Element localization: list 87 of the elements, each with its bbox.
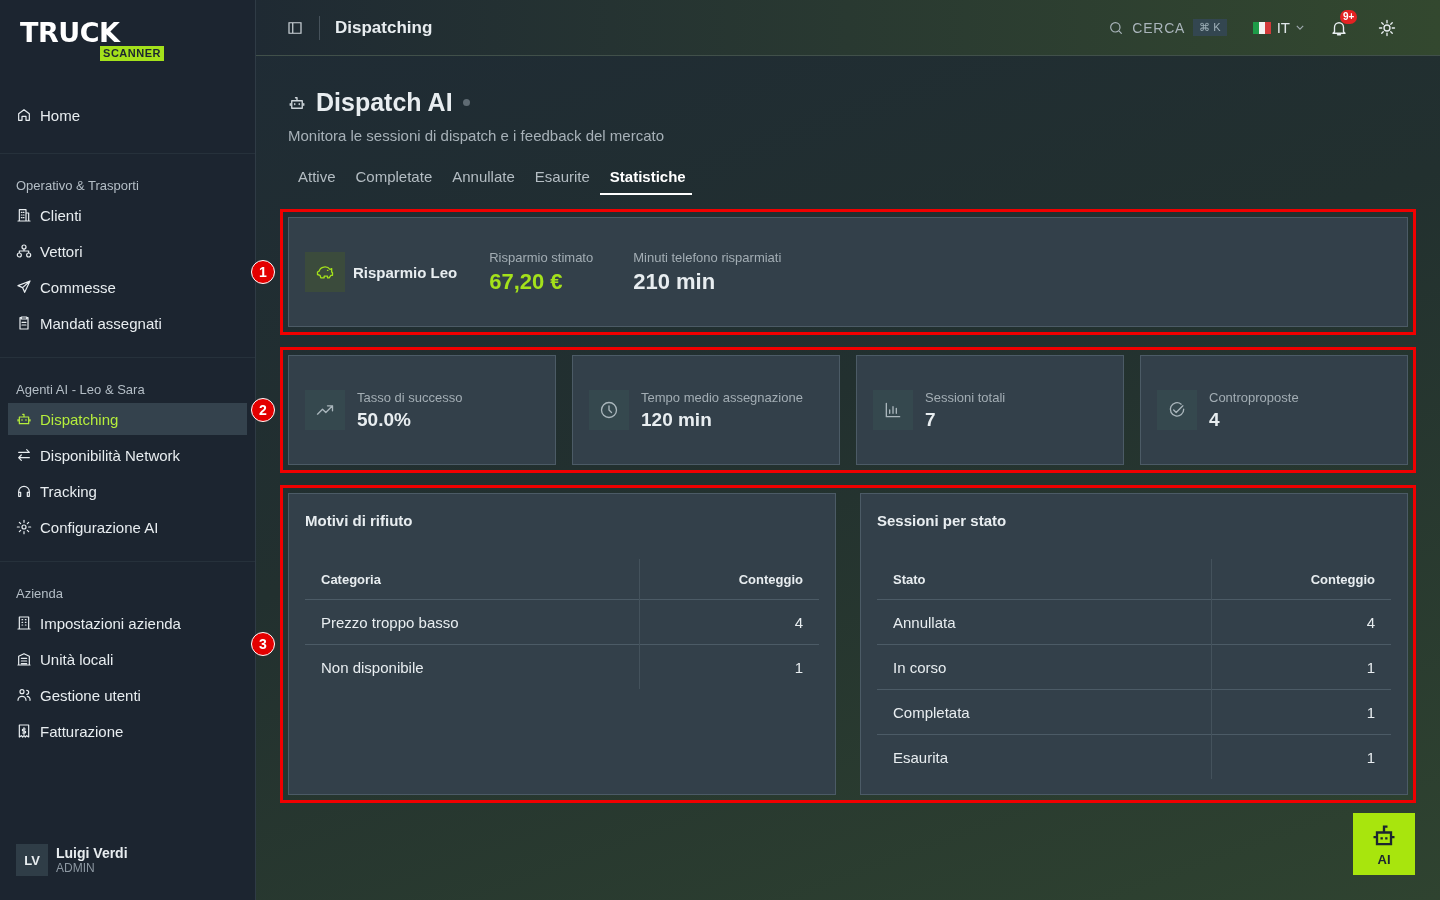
building-icon — [16, 207, 32, 223]
annotation-marker: 1 — [251, 260, 275, 284]
stat-label: Sessioni totali — [925, 389, 1006, 405]
nav-item[interactable]: Dispatching — [8, 403, 247, 435]
metric-value: 67,20 € — [489, 268, 564, 295]
metric-label: Minuti telefono risparmiati — [633, 249, 782, 265]
metric-value: 210 min — [633, 268, 717, 295]
table-cell: 4 — [639, 599, 819, 645]
receipt-icon — [16, 723, 32, 739]
status-dot — [462, 99, 470, 106]
table-cell: Non disponibile — [305, 644, 640, 689]
nav-item[interactable]: Mandati assegnati — [8, 307, 247, 339]
table-cell: 4 — [1211, 599, 1391, 645]
section-heading: Agenti AI - Leo & Sara — [15, 381, 146, 399]
arrows-icon — [16, 447, 32, 463]
nav-item[interactable]: Impostazioni azienda — [8, 607, 247, 639]
search-button[interactable]: CERCA — [1108, 19, 1186, 36]
caret-icon — [1296, 25, 1304, 30]
robot-icon — [16, 411, 32, 427]
nav-item[interactable]: Clienti — [8, 199, 247, 231]
column-header: Categoria — [305, 559, 640, 600]
stat-value: 120 min — [641, 408, 713, 431]
column-header: Conteggio — [1211, 559, 1391, 600]
stat-value: 4 — [1209, 408, 1221, 431]
nav-item[interactable]: Commesse — [8, 271, 247, 303]
page-heading: Dispatch AI — [316, 88, 453, 117]
sun-icon[interactable] — [1378, 18, 1396, 37]
table-cell: Esaurita — [877, 734, 1212, 779]
tab[interactable]: Esaurite — [524, 168, 596, 195]
nav-item[interactable]: Vettori — [8, 235, 247, 267]
search-icon — [1108, 19, 1125, 36]
tab[interactable]: Statistiche — [599, 168, 692, 195]
building-icon — [16, 651, 32, 667]
bar-chart-icon — [883, 400, 903, 420]
table-cell: 1 — [1211, 689, 1391, 735]
headphones-icon — [16, 483, 32, 499]
stat-label: Controproposte — [1209, 389, 1299, 405]
card-title: Risparmio Leo — [353, 263, 458, 281]
nav-item[interactable]: Tracking — [8, 475, 247, 507]
column-header: Conteggio — [639, 559, 819, 600]
users-icon — [16, 687, 32, 703]
stat-value: 50.0% — [357, 408, 412, 431]
table-cell: 1 — [1211, 734, 1391, 779]
user-role: ADMIN — [56, 861, 96, 875]
panel-title: Motivi di rifiuto — [305, 511, 414, 531]
send-icon — [16, 279, 32, 295]
tab[interactable]: Attive — [288, 168, 342, 195]
stat-label: Tasso di successo — [357, 389, 463, 405]
clipboard-icon — [16, 315, 32, 331]
column-header: Stato — [877, 559, 1212, 600]
nav-item[interactable]: Unità locali — [8, 643, 247, 675]
annotation-marker: 2 — [251, 398, 275, 422]
user-avatar: LV — [16, 844, 48, 876]
nav-item[interactable]: Home — [8, 99, 247, 131]
nav-item[interactable]: Configurazione AI — [8, 511, 247, 543]
table-cell: Annullata — [877, 599, 1212, 645]
tab[interactable]: Completate — [345, 168, 439, 195]
table-cell: In corso — [877, 644, 1212, 690]
metric-label: Risparmio stimato — [489, 249, 594, 265]
table-cell: 1 — [639, 644, 819, 689]
table-cell: 1 — [1211, 644, 1391, 690]
nav-item[interactable]: Disponibilità Network — [8, 439, 247, 471]
section-heading: Azienda — [15, 585, 64, 603]
nav-item[interactable]: Gestione utenti — [8, 679, 247, 711]
shortcut-hint: ⌘ K — [1193, 19, 1227, 36]
nav-item[interactable]: Fatturazione — [8, 715, 247, 747]
logo-badge: SCANNER — [100, 46, 164, 61]
page-title: Dispatching — [335, 17, 433, 38]
people-icon — [16, 243, 32, 259]
building-icon — [16, 615, 32, 631]
annotation-marker: 3 — [251, 632, 275, 656]
logo-wordmark: TRUCK — [20, 20, 122, 46]
flag-icon — [1252, 21, 1271, 34]
table-cell: Completata — [877, 689, 1212, 735]
panel-title: Sessioni per stato — [877, 511, 1008, 531]
page-subtitle: Monitora le sessioni di dispatch e i feedback del mercato — [288, 127, 666, 144]
stat-value: 7 — [925, 408, 937, 431]
tab[interactable]: Annullate — [442, 168, 521, 195]
home-icon — [16, 107, 32, 123]
stat-label: Tempo medio assegnazione — [641, 389, 803, 405]
user-name: Luigi Verdi — [56, 845, 128, 861]
language-selector[interactable]: IT — [1252, 19, 1304, 36]
table-cell: Prezzo troppo basso — [305, 599, 640, 645]
ai-assistant-button[interactable]: AI — [1353, 813, 1415, 875]
notification-badge: 9+ — [1340, 9, 1358, 24]
section-heading: Operativo & Trasporti — [15, 177, 140, 195]
clock-icon — [599, 400, 619, 420]
